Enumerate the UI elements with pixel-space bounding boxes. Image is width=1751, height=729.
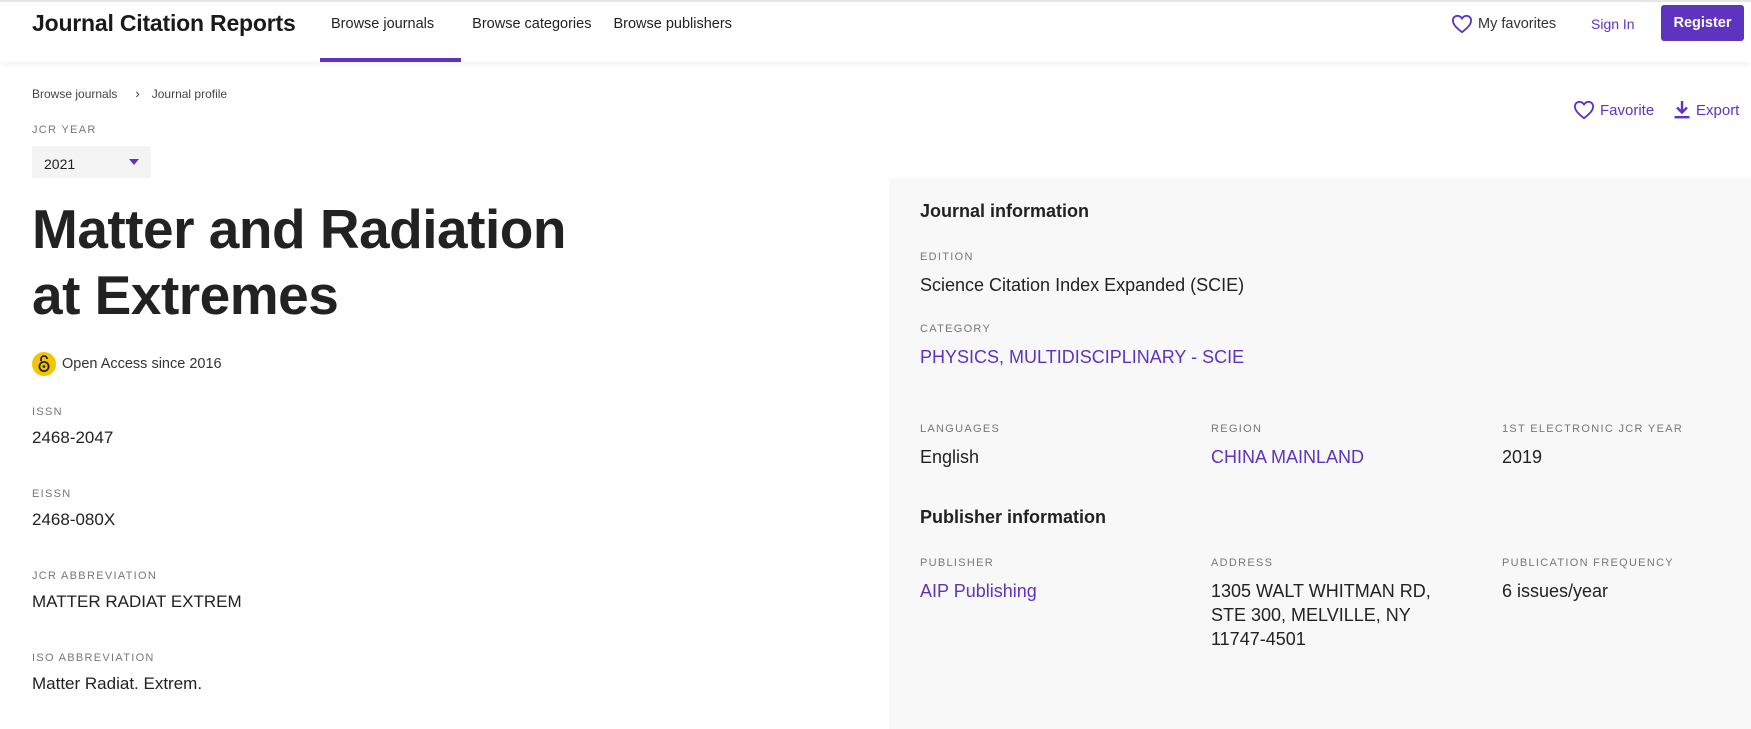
category-label: CATEGORY [920,323,992,335]
jcr-year-label: JCR YEAR [32,124,97,136]
languages-field: LANGUAGES English [920,423,1000,469]
address-label: ADDRESS [1211,557,1274,569]
publication-frequency-label: PUBLICATION FREQUENCY [1502,557,1674,569]
register-button[interactable]: Register [1661,5,1744,41]
breadcrumb: Browse journals › Journal profile [32,86,227,101]
heart-icon [1573,100,1595,120]
first-electronic-jcr-year-value: 2019 [1502,447,1543,467]
open-access-icon [32,352,56,376]
publication-frequency-field: PUBLICATION FREQUENCY 6 issues/year [1502,557,1674,603]
sign-in-link[interactable]: Sign In [1591,16,1635,32]
eissn-label: EISSN [32,488,72,500]
publisher-link[interactable]: AIP Publishing [920,579,1037,603]
first-electronic-jcr-year-label: 1ST ELECTRONIC JCR YEAR [1502,423,1684,435]
breadcrumb-browse-journals[interactable]: Browse journals [32,87,117,101]
jcr-abbreviation-field: JCR ABBREVIATION MATTER RADIAT EXTREM [32,570,242,612]
iso-abbreviation-value: Matter Radiat. Extrem. [32,674,203,693]
issn-label: ISSN [32,406,63,418]
chevron-right-icon: › [135,86,140,101]
nav-browse-publishers[interactable]: Browse publishers [602,2,742,62]
languages-label: LANGUAGES [920,423,1001,435]
main-nav: Browse journals Browse categories Browse… [320,2,743,62]
address-value: 1305 WALT WHITMAN RD, STE 300, MELVILLE,… [1211,579,1431,651]
breadcrumb-journal-profile: Journal profile [151,86,228,101]
favorite-button[interactable]: Favorite [1573,100,1654,120]
region-label: REGION [1211,423,1263,435]
info-panel: Journal information EDITION Science Cita… [889,178,1751,729]
first-electronic-jcr-year-field: 1ST ELECTRONIC JCR YEAR 2019 [1502,423,1683,469]
address-line-3: 11747-4501 [1211,629,1306,649]
publisher-information-title: Publisher information [920,507,1107,527]
export-button[interactable]: Export [1673,100,1739,120]
open-access-badge: Open Access since 2016 [32,352,222,376]
iso-abbreviation-field: ISO ABBREVIATION Matter Radiat. Extrem. [32,652,202,694]
eissn-value: 2468-080X [32,510,116,529]
heart-icon [1451,14,1473,34]
favorite-label: Favorite [1600,101,1655,119]
top-navigation-bar: Journal Citation Reports Browse journals… [0,0,1751,62]
issn-value: 2468-2047 [32,428,114,447]
my-favorites-link[interactable]: My favorites [1451,14,1556,34]
edition-field: EDITION Science Citation Index Expanded … [920,251,1244,297]
edition-label: EDITION [920,251,974,263]
caret-down-icon [129,159,139,165]
my-favorites-label: My favorites [1478,16,1557,32]
nav-browse-categories[interactable]: Browse categories [461,2,602,62]
region-link[interactable]: CHINA MAINLAND [1211,445,1364,469]
export-label: Export [1696,101,1740,119]
languages-value: English [920,447,980,467]
jcr-abbreviation-value: MATTER RADIAT EXTREM [32,592,242,611]
region-field: REGION CHINA MAINLAND [1211,423,1364,469]
publisher-label: PUBLISHER [920,557,995,569]
address-line-1: 1305 WALT WHITMAN RD, [1211,581,1431,601]
address-field: ADDRESS 1305 WALT WHITMAN RD, STE 300, M… [1211,557,1431,651]
edition-value: Science Citation Index Expanded (SCIE) [920,275,1245,295]
open-access-label: Open Access since 2016 [62,356,222,372]
journal-title: Matter and Radiation at Extremes [32,196,672,328]
journal-title-line-2: at Extremes [32,264,339,326]
brand-logo[interactable]: Journal Citation Reports [32,10,296,37]
publication-frequency-value: 6 issues/year [1502,581,1609,601]
jcr-year-select[interactable]: 2021 [32,146,151,178]
jcr-abbreviation-label: JCR ABBREVIATION [32,570,158,582]
iso-abbreviation-label: ISO ABBREVIATION [32,652,155,664]
category-field: CATEGORY PHYSICS, MULTIDISCIPLINARY - SC… [920,323,1244,369]
eissn-field: EISSN 2468-080X [32,488,115,530]
address-line-2: STE 300, MELVILLE, NY [1211,605,1411,625]
issn-field: ISSN 2468-2047 [32,406,113,448]
nav-browse-journals[interactable]: Browse journals [320,2,462,62]
download-icon [1674,101,1690,119]
journal-information-title: Journal information [920,201,1090,221]
jcr-year-value: 2021 [44,156,76,172]
publisher-field: PUBLISHER AIP Publishing [920,557,1037,603]
category-link[interactable]: PHYSICS, MULTIDISCIPLINARY - SCIE [920,345,1244,369]
journal-title-line-1: Matter and Radiation [32,198,566,260]
